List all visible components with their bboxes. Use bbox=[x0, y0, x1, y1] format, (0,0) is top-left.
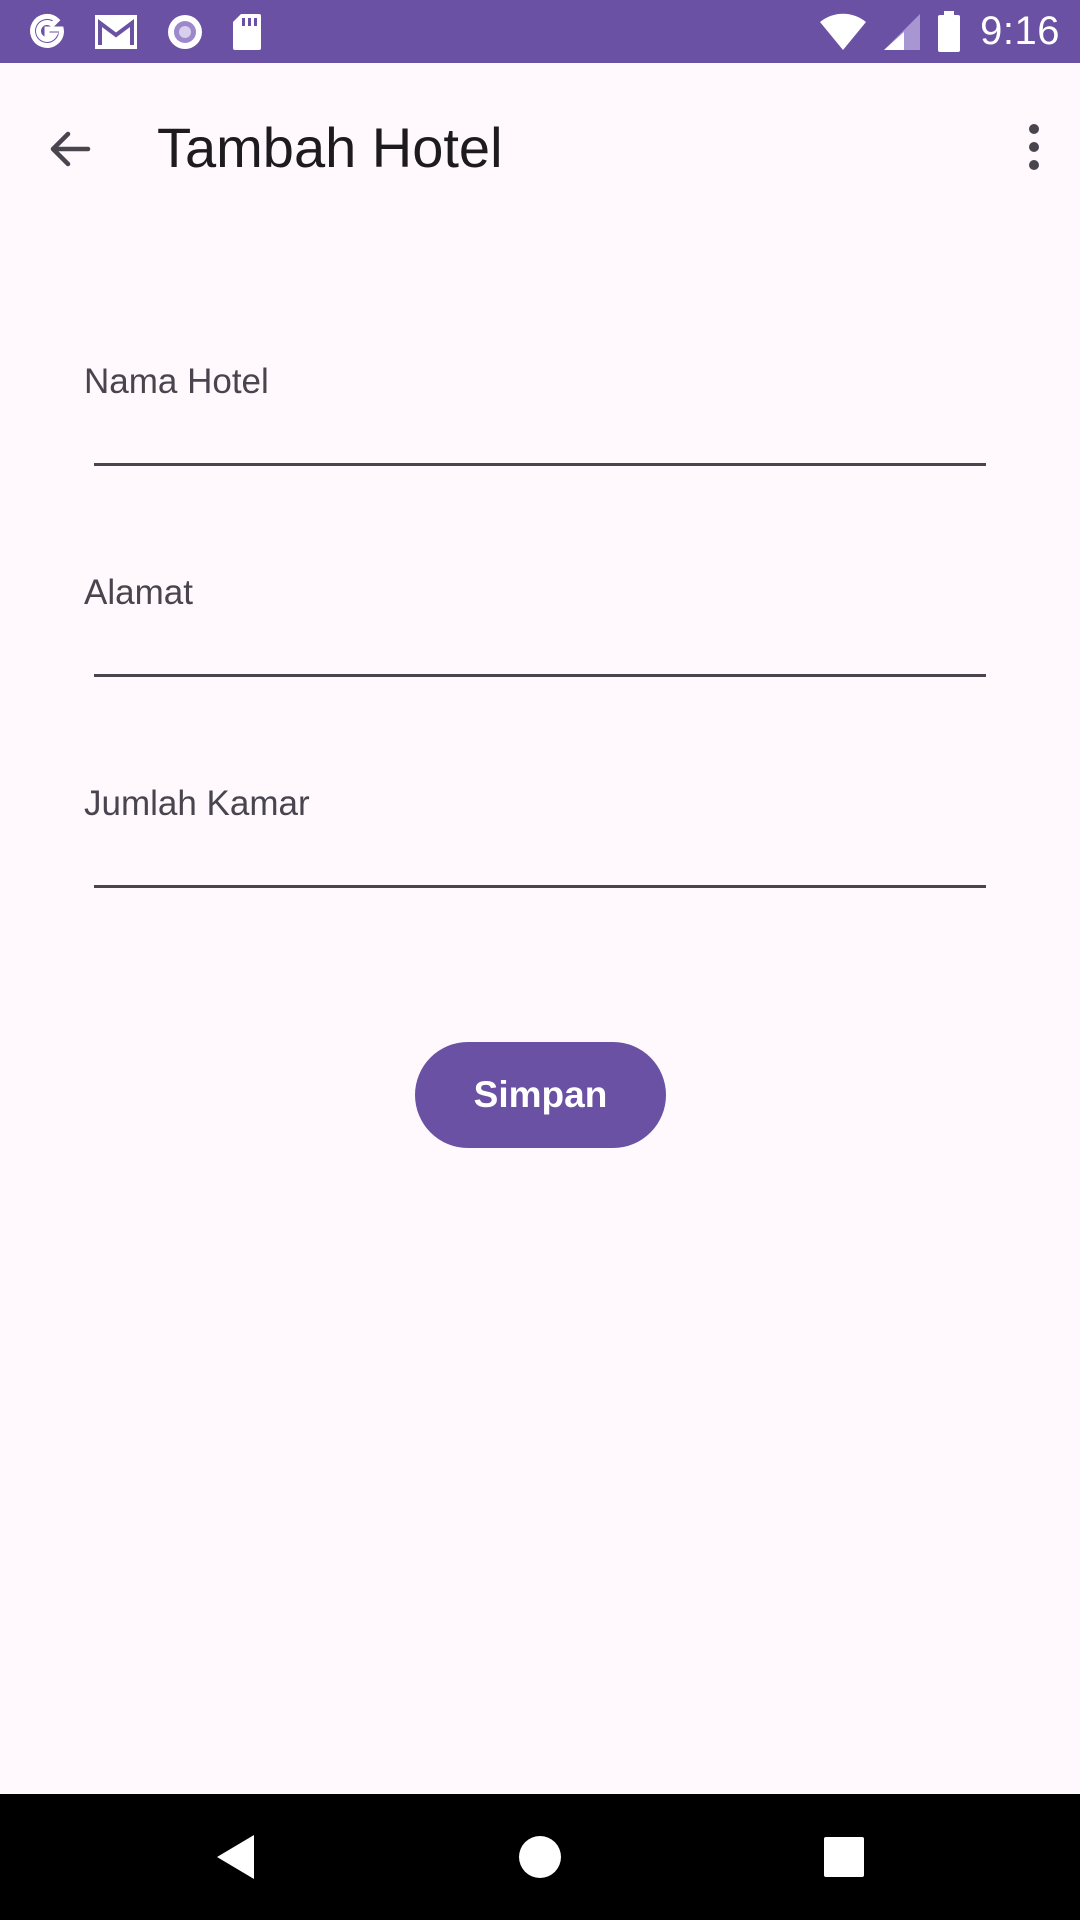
screen: 9:16 Tambah Hotel Nama Hotel Alamat Juml… bbox=[0, 0, 1080, 1920]
sd-card-icon bbox=[231, 12, 263, 52]
status-system: 9:16 bbox=[804, 9, 1060, 54]
address-input[interactable] bbox=[94, 617, 986, 677]
status-bar: 9:16 bbox=[0, 0, 1080, 63]
save-button[interactable]: Simpan bbox=[415, 1042, 666, 1148]
google-icon bbox=[27, 12, 67, 52]
more-vert-icon bbox=[1029, 124, 1039, 170]
back-button[interactable] bbox=[40, 119, 100, 179]
overflow-menu-button[interactable] bbox=[1014, 117, 1054, 177]
clock: 9:16 bbox=[980, 9, 1060, 53]
signal-icon bbox=[882, 12, 922, 52]
hotel-name-label: Nama Hotel bbox=[84, 362, 269, 401]
address-field: Alamat bbox=[84, 573, 996, 718]
system-nav-bar bbox=[0, 1794, 1080, 1920]
record-icon bbox=[165, 12, 205, 52]
nav-recents-icon bbox=[824, 1837, 864, 1877]
arrow-back-icon bbox=[50, 131, 91, 167]
hotel-name-field: Nama Hotel bbox=[84, 362, 996, 507]
top-app-bar: Tambah Hotel bbox=[0, 63, 1080, 235]
hotel-name-input[interactable] bbox=[94, 406, 986, 466]
page-title: Tambah Hotel bbox=[157, 116, 503, 179]
battery-icon bbox=[936, 10, 962, 53]
room-count-label: Jumlah Kamar bbox=[84, 784, 310, 823]
nav-back-button[interactable] bbox=[206, 1827, 266, 1887]
nav-back-icon bbox=[217, 1835, 254, 1879]
room-count-field: Jumlah Kamar bbox=[84, 784, 996, 929]
gmail-icon bbox=[93, 13, 139, 51]
address-label: Alamat bbox=[84, 573, 193, 612]
status-notifications bbox=[27, 12, 289, 52]
nav-recents-button[interactable] bbox=[814, 1827, 874, 1887]
nav-home-button[interactable] bbox=[510, 1827, 570, 1887]
nav-home-icon bbox=[519, 1836, 561, 1878]
wifi-icon bbox=[818, 12, 868, 52]
room-count-input[interactable] bbox=[94, 828, 986, 888]
